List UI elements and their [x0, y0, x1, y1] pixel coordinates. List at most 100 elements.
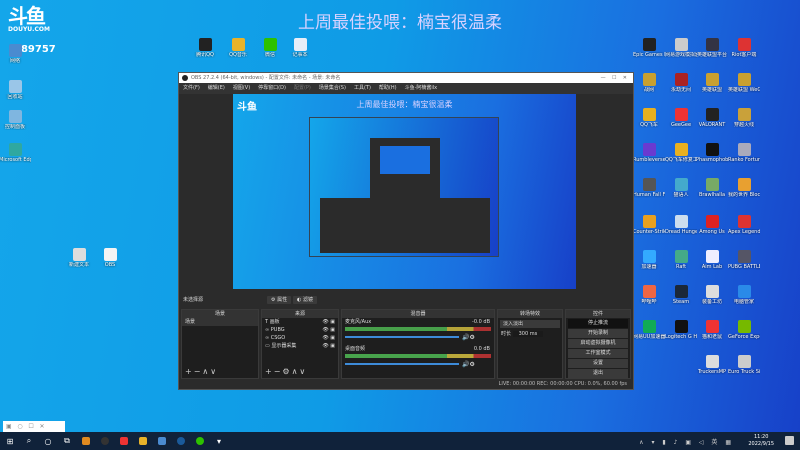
transition-select[interactable]: 淡入淡出	[500, 320, 560, 328]
control-button[interactable]: 退出	[568, 369, 628, 378]
system-tray-icons[interactable]: ∧ ▾ ▮ ♪ ▣ ◁ 英 ▦	[639, 437, 734, 446]
desktop-icon[interactable]: QQ飞车	[633, 108, 665, 128]
duration-field[interactable]: 时长 300 ms	[498, 330, 562, 338]
control-button[interactable]: 停止推流	[568, 319, 628, 328]
desktop-icon[interactable]: 战网	[633, 73, 665, 93]
desktop-icon[interactable]: Ranko Fortune	[728, 143, 760, 163]
taskbar-app-8[interactable]: ▾	[213, 435, 225, 447]
menu-item[interactable]: 工具(T)	[354, 83, 371, 94]
taskbar-wechat-icon[interactable]	[194, 435, 206, 447]
control-button[interactable]: 开始录制	[568, 329, 628, 338]
properties-button[interactable]: ⚙ 属性	[267, 296, 292, 304]
menu-item[interactable]: 文件(F)	[183, 83, 200, 94]
taskbar-obs-icon[interactable]	[99, 435, 111, 447]
visibility-lock-icons[interactable]: 👁 ▣	[322, 342, 335, 350]
desktop-icon[interactable]: Apex Legends	[728, 215, 760, 235]
desktop-icon[interactable]: Euro Truck Simulator 2	[728, 355, 760, 375]
desktop-icon[interactable]: Aim Lab	[696, 250, 728, 270]
desktop-icon[interactable]: Among Us	[696, 215, 728, 235]
visibility-lock-icons[interactable]: 👁 ▣	[322, 334, 335, 342]
menu-item[interactable]: 停靠窗口(D)	[258, 83, 286, 94]
desktop-icon[interactable]: QQ音乐	[222, 38, 254, 58]
menu-item[interactable]: 斗鱼-阿楠酱ilx	[405, 83, 438, 94]
desktop-icon[interactable]: 英雄联盟	[696, 73, 728, 93]
menu-item[interactable]: 帮助(H)	[379, 83, 397, 94]
obs-preview[interactable]: 斗鱼 上周最佳投喂：楠宝很温柔	[233, 94, 576, 289]
desktop-icon[interactable]: Dread Hunger	[665, 215, 697, 235]
volume-slider[interactable]	[345, 336, 459, 338]
desktop-icon[interactable]: 回收站	[0, 80, 31, 100]
menu-item[interactable]: 场景集合(S)	[319, 83, 346, 94]
desktop-icon[interactable]: 穿越火线	[728, 108, 760, 128]
volume-slider[interactable]	[345, 363, 459, 365]
scene-item[interactable]: 场景	[182, 318, 258, 326]
source-tools[interactable]: +−⚙∧∨	[265, 367, 307, 376]
menu-item[interactable]: 编辑(E)	[208, 83, 225, 94]
taskbar-app-6[interactable]	[175, 435, 187, 447]
filters-button[interactable]: ◐ 滤镜	[293, 296, 317, 304]
taskbar-qqmusic-icon[interactable]	[137, 435, 149, 447]
search-icon[interactable]: ⌕	[23, 435, 35, 447]
desktop-icon[interactable]: 新建文本	[63, 248, 95, 268]
desktop-icon[interactable]: 哔哩哔	[633, 285, 665, 305]
desktop-icon[interactable]: Epic Games Launcher	[633, 38, 665, 58]
desktop-icon[interactable]: Rumbleverse	[633, 143, 665, 163]
speaker-icon[interactable]: 🔊⚙	[462, 361, 475, 368]
desktop-icon[interactable]: 网络	[0, 44, 31, 64]
desktop-icon[interactable]: 加速器	[633, 250, 665, 270]
volume-meter	[345, 327, 491, 331]
desktop-icon[interactable]: 永劫无间	[665, 73, 697, 93]
visibility-lock-icons[interactable]: 👁 ▣	[322, 326, 335, 334]
speaker-icon[interactable]: 🔊⚙	[462, 334, 475, 341]
desktop-icon[interactable]: OBS	[94, 248, 126, 268]
desktop-icon[interactable]: Raft	[665, 250, 697, 270]
menu-item[interactable]: 配置(P)	[294, 83, 311, 94]
desktop-icon[interactable]: 网易UU加速器	[633, 320, 665, 340]
desktop-icon[interactable]: Counter-Strike Global Off...	[633, 215, 665, 235]
source-item[interactable]: ∞ CSGO 👁 ▣	[262, 334, 338, 342]
control-button[interactable]: 设置	[568, 359, 628, 368]
cortana-icon[interactable]: ○	[42, 435, 54, 447]
window-controls[interactable]: — ☐ ✕	[601, 73, 627, 83]
desktop-icon[interactable]: TruckersMP	[696, 355, 728, 375]
desktop-icon[interactable]: 腾讯QQ	[189, 38, 221, 58]
source-item[interactable]: T 画板 👁 ▣	[262, 318, 338, 326]
desktop-icon[interactable]: 英雄联盟 WeGame版	[728, 73, 760, 93]
control-button[interactable]: 启动虚拟摄像机	[568, 339, 628, 348]
desktop-icon[interactable]: 电脑管家	[728, 285, 760, 305]
desktop-icon[interactable]: 微信	[254, 38, 286, 58]
desktop-icon[interactable]: VALORANT	[696, 108, 728, 128]
clock[interactable]: 11:20 2022/9/15	[748, 434, 774, 448]
desktop-icon[interactable]: 记事本	[284, 38, 316, 58]
scene-tools[interactable]: +−∧∨	[185, 367, 218, 376]
desktop-icon[interactable]: GeForce Experience	[728, 320, 760, 340]
taskbar-steam-icon[interactable]	[156, 435, 168, 447]
desktop-icon[interactable]: Microsoft Edge	[0, 143, 31, 163]
desktop-icon[interactable]: Brawlhalla	[696, 178, 728, 198]
desktop-icon[interactable]: Human Fall Flat	[633, 178, 665, 198]
desktop-icon[interactable]: PUBG BATTLEGR...	[728, 250, 760, 270]
desktop-icon[interactable]: QQ飞车修复工具	[665, 143, 697, 163]
desktop-icon[interactable]: Phasmophobia	[696, 143, 728, 163]
visibility-lock-icons[interactable]: 👁 ▣	[322, 318, 335, 326]
notification-center-icon[interactable]	[785, 436, 794, 445]
desktop-icon[interactable]: GeeGee	[665, 108, 697, 128]
source-item[interactable]: ∞ PUBG 👁 ▣	[262, 326, 338, 334]
taskbar-app-3[interactable]	[118, 435, 130, 447]
desktop-icon[interactable]: 装备工坊	[696, 285, 728, 305]
desktop-icon[interactable]: 控制面板	[0, 110, 31, 130]
desktop-icon[interactable]: Riot客户端	[728, 38, 760, 58]
desktop-icon[interactable]: Logitech G HUB	[665, 320, 697, 340]
desktop-icon[interactable]: 我的世界 Blockman	[728, 178, 760, 198]
start-button[interactable]: ⊞	[4, 435, 16, 447]
task-view-icon[interactable]: ⧉	[61, 435, 73, 447]
desktop-icon[interactable]: 网易游戏模拟器	[665, 38, 697, 58]
desktop-icon[interactable]: 猫语人	[665, 178, 697, 198]
desktop-icon[interactable]: 猫和老鼠	[696, 320, 728, 340]
desktop-icon[interactable]: Steam	[665, 285, 697, 305]
control-button[interactable]: 工作室模式	[568, 349, 628, 358]
desktop-icon[interactable]: 英雄联盟平台	[696, 38, 728, 58]
menu-item[interactable]: 视图(V)	[233, 83, 250, 94]
source-item[interactable]: ▭ 显示器采集 👁 ▣	[262, 342, 338, 350]
taskbar-app-1[interactable]	[80, 435, 92, 447]
